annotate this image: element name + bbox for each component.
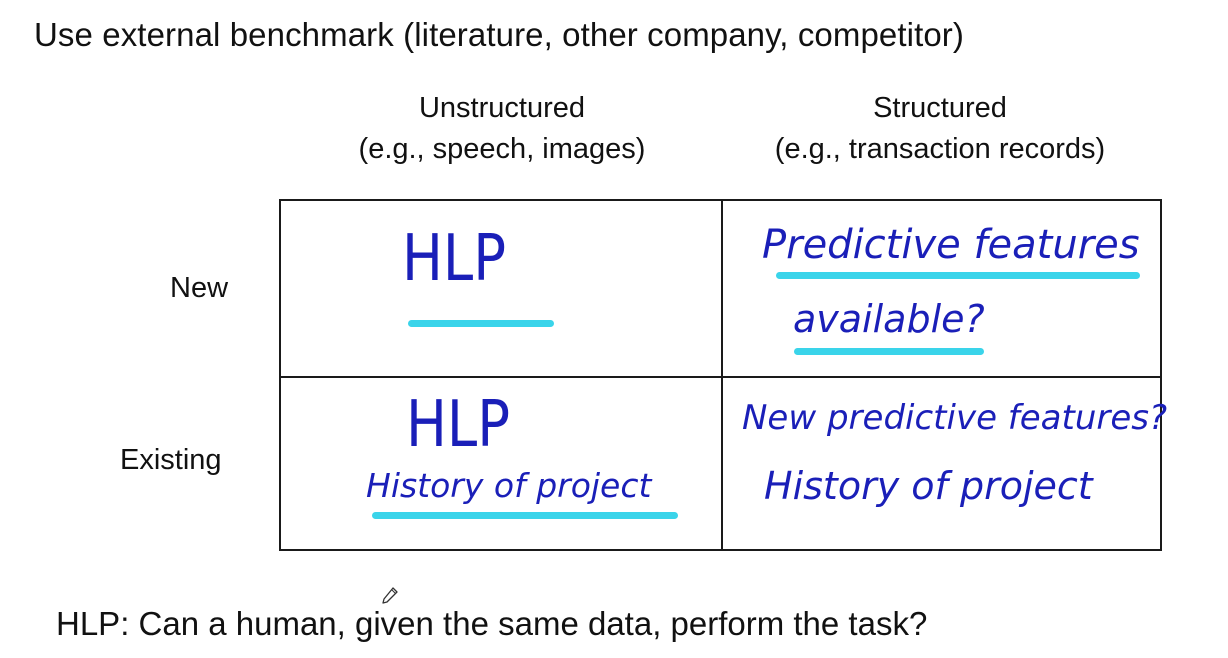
cell-new-unstructured-text: HLP	[402, 222, 507, 296]
row-label-existing: Existing	[120, 444, 222, 476]
column-header-structured: Structured (e.g., transaction records)	[740, 88, 1140, 170]
highlight-stroke	[408, 320, 554, 327]
column-example: (e.g., transaction records)	[774, 133, 1106, 165]
cell-existing-unstructured-line2: History of project	[366, 466, 652, 505]
column-example: (e.g., speech, images)	[358, 133, 646, 165]
hlp-definition: HLP: Can a human, given the same data, p…	[56, 605, 928, 642]
grid-divider-vertical	[721, 201, 723, 549]
column-heading: Unstructured	[418, 92, 585, 124]
slide-title: Use external benchmark (literature, othe…	[34, 16, 964, 53]
cell-new-structured-line1: Predictive features	[762, 222, 1140, 268]
grid-divider-horizontal	[281, 376, 1160, 378]
pen-cursor-icon	[382, 587, 398, 604]
highlight-stroke	[794, 348, 984, 355]
cell-existing-structured-line2: History of project	[764, 464, 1093, 508]
cell-new-structured-line2: available?	[793, 297, 985, 341]
highlight-stroke	[776, 272, 1140, 279]
row-label-new: New	[170, 272, 229, 304]
highlight-stroke	[372, 512, 678, 519]
column-header-unstructured: Unstructured (e.g., speech, images)	[312, 88, 692, 170]
column-heading: Structured	[873, 92, 1007, 124]
cell-existing-unstructured-line1: HLP	[406, 388, 511, 462]
cell-existing-structured-line1: New predictive features?	[742, 398, 1168, 438]
